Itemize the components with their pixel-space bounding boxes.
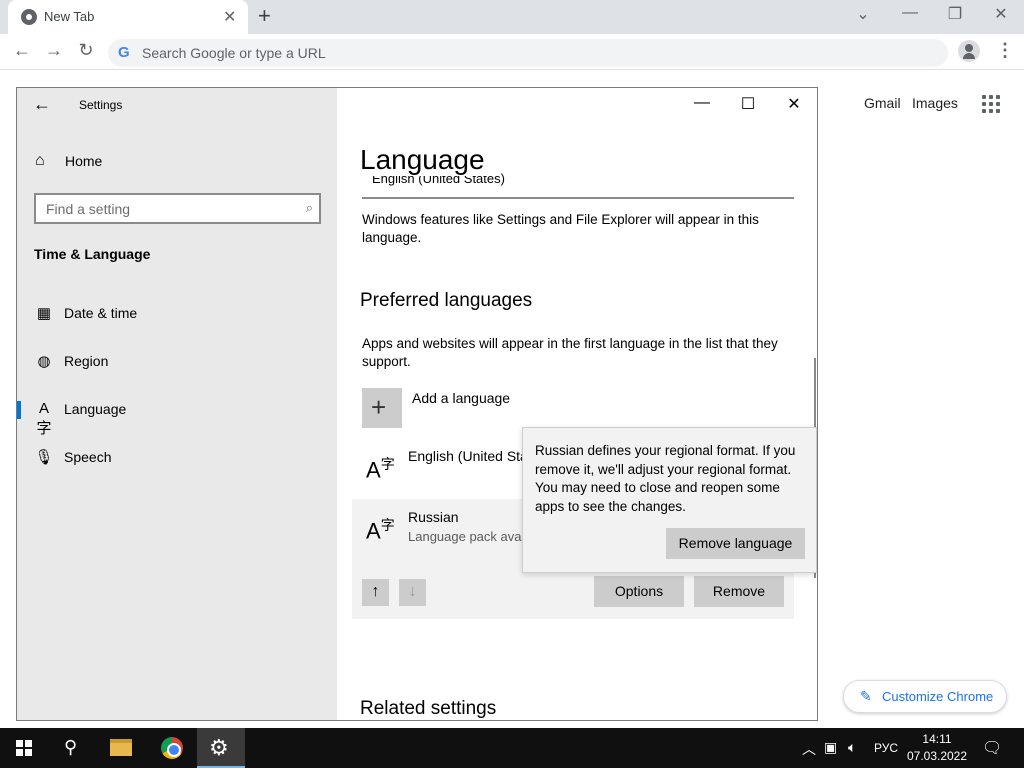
- sidebar-item-label: Speech: [64, 449, 112, 465]
- home-icon[interactable]: ⌂: [35, 152, 45, 170]
- tab-close-icon[interactable]: ✕: [223, 7, 236, 27]
- chrome-menu-icon[interactable]: ⋮: [996, 40, 1014, 61]
- language-name: Russian: [408, 509, 459, 525]
- chrome-tab-strip: New Tab ✕ + ⌄ — ❐ ✕: [0, 0, 1024, 34]
- reload-icon[interactable]: ↻: [74, 40, 98, 61]
- system-clock[interactable]: 14:11 07.03.2022: [900, 731, 974, 765]
- flyout-message: Russian defines your regional format. If…: [535, 443, 796, 514]
- new-tab-button[interactable]: +: [258, 3, 271, 29]
- omnibox-placeholder: Search Google or type a URL: [142, 45, 326, 61]
- omnibox[interactable]: G Search Google or type a URL: [108, 39, 948, 67]
- move-down-arrow-icon[interactable]: ↓: [399, 579, 426, 606]
- taskbar-chrome[interactable]: [148, 728, 196, 768]
- globe-icon: ◍: [37, 353, 51, 370]
- clock-date: 07.03.2022: [906, 749, 968, 763]
- plus-icon: +: [371, 392, 387, 422]
- display-language-description: Windows features like Settings and File …: [362, 212, 759, 245]
- options-button[interactable]: Options: [594, 576, 684, 607]
- remove-language-flyout: Russian defines your regional format. If…: [522, 427, 817, 573]
- input-language-indicator[interactable]: РУС: [874, 741, 898, 755]
- close-button[interactable]: ✕: [779, 94, 809, 114]
- remove-language-button[interactable]: Remove language: [666, 528, 805, 559]
- language-icon: A字: [36, 400, 52, 437]
- pencil-icon: ✎: [860, 688, 872, 704]
- network-icon[interactable]: ▣: [824, 739, 837, 756]
- taskbar-search-button[interactable]: ⚲: [48, 728, 96, 768]
- customize-chrome-button[interactable]: ✎ Customize Chrome: [843, 680, 1007, 713]
- maximize-button[interactable]: ☐: [733, 94, 763, 114]
- restore-button[interactable]: ❐: [940, 4, 970, 24]
- minimize-button[interactable]: —: [895, 4, 925, 22]
- calendar-clock-icon: ▦: [36, 305, 52, 322]
- sidebar-item-label: Date & time: [64, 305, 138, 321]
- chrome-toolbar: ← → ↻ G Search Google or type a URL ⋮: [0, 34, 1024, 70]
- language-icon: A字: [366, 517, 395, 544]
- clock-time: 14:11: [922, 732, 952, 746]
- find-setting-input[interactable]: Find a setting ⌕: [34, 193, 321, 224]
- tab-search-icon[interactable]: ⌄: [848, 4, 878, 24]
- profile-avatar-icon[interactable]: [958, 40, 980, 62]
- customize-chrome-label: Customize Chrome: [882, 689, 994, 704]
- preferred-languages-heading: Preferred languages: [360, 290, 533, 311]
- move-up-arrow-icon[interactable]: ↑: [362, 579, 389, 606]
- forward-icon[interactable]: →: [42, 40, 66, 61]
- minimize-button[interactable]: —: [687, 94, 717, 112]
- chrome-icon: [161, 737, 183, 759]
- settings-sidebar: ← Settings ⌂ Home Find a setting ⌕ Time …: [17, 88, 337, 720]
- sidebar-item-label: Region: [64, 353, 109, 369]
- related-settings-heading: Related settings: [360, 698, 497, 719]
- sidebar-item-language[interactable]: A字 Language: [17, 389, 337, 437]
- images-link[interactable]: Images: [912, 95, 958, 111]
- taskbar-file-explorer[interactable]: [98, 728, 146, 768]
- add-language-button[interactable]: +: [362, 388, 402, 428]
- language-icon: A字: [366, 456, 395, 483]
- settings-window: ← Settings ⌂ Home Find a setting ⌕ Time …: [16, 87, 818, 721]
- start-button[interactable]: [0, 728, 48, 768]
- taskbar-settings[interactable]: ⚙: [197, 728, 245, 768]
- show-hidden-icons-chevron-icon[interactable]: ︿: [802, 739, 816, 759]
- microphone-icon: 🎙︎: [34, 449, 54, 466]
- find-setting-placeholder: Find a setting: [46, 201, 131, 217]
- active-indicator: [17, 401, 21, 419]
- remove-button[interactable]: Remove: [694, 576, 784, 607]
- close-window-button[interactable]: ✕: [986, 4, 1016, 24]
- tab-title: New Tab: [44, 9, 95, 24]
- tab-new-tab[interactable]: New Tab ✕: [8, 0, 248, 34]
- google-apps-icon[interactable]: [982, 95, 1000, 113]
- windows-display-language-dropdown[interactable]: English (United States): [362, 172, 794, 199]
- search-icon: ⚲: [64, 737, 78, 757]
- sidebar-item-speech[interactable]: 🎙︎ Speech: [17, 437, 337, 477]
- add-language-label[interactable]: Add a language: [412, 390, 510, 406]
- preferred-languages-description: Apps and websites will appear in the fir…: [362, 336, 778, 369]
- sidebar-item-label: Language: [64, 401, 127, 417]
- sidebar-home[interactable]: Home: [65, 153, 102, 169]
- volume-icon[interactable]: 🔈︎: [848, 739, 856, 756]
- settings-window-title: Settings: [79, 98, 123, 112]
- folder-icon: [110, 739, 132, 756]
- windows-logo-icon: [16, 740, 32, 756]
- taskbar: ⚲ ⚙ ︿ ▣ 🔈︎ РУС 14:11 07.03.2022 🗨︎: [0, 728, 1024, 768]
- search-icon: ⌕: [305, 200, 313, 215]
- sidebar-section-title: Time & Language: [34, 246, 151, 262]
- sidebar-item-date-time[interactable]: ▦ Date & time: [17, 293, 337, 333]
- back-arrow-icon[interactable]: ←: [33, 94, 51, 115]
- sidebar-item-region[interactable]: ◍ Region: [17, 341, 337, 381]
- settings-main-pane: — ☐ ✕ English (United States) Language W…: [337, 88, 817, 720]
- notification-center-icon[interactable]: 🗨︎: [982, 738, 1002, 758]
- gear-icon: ⚙: [209, 735, 229, 760]
- page-title: Language: [360, 144, 495, 176]
- chrome-favicon-icon: [21, 9, 37, 25]
- back-icon[interactable]: ←: [10, 40, 34, 61]
- gmail-link[interactable]: Gmail: [864, 95, 901, 111]
- google-g-icon: G: [118, 44, 130, 61]
